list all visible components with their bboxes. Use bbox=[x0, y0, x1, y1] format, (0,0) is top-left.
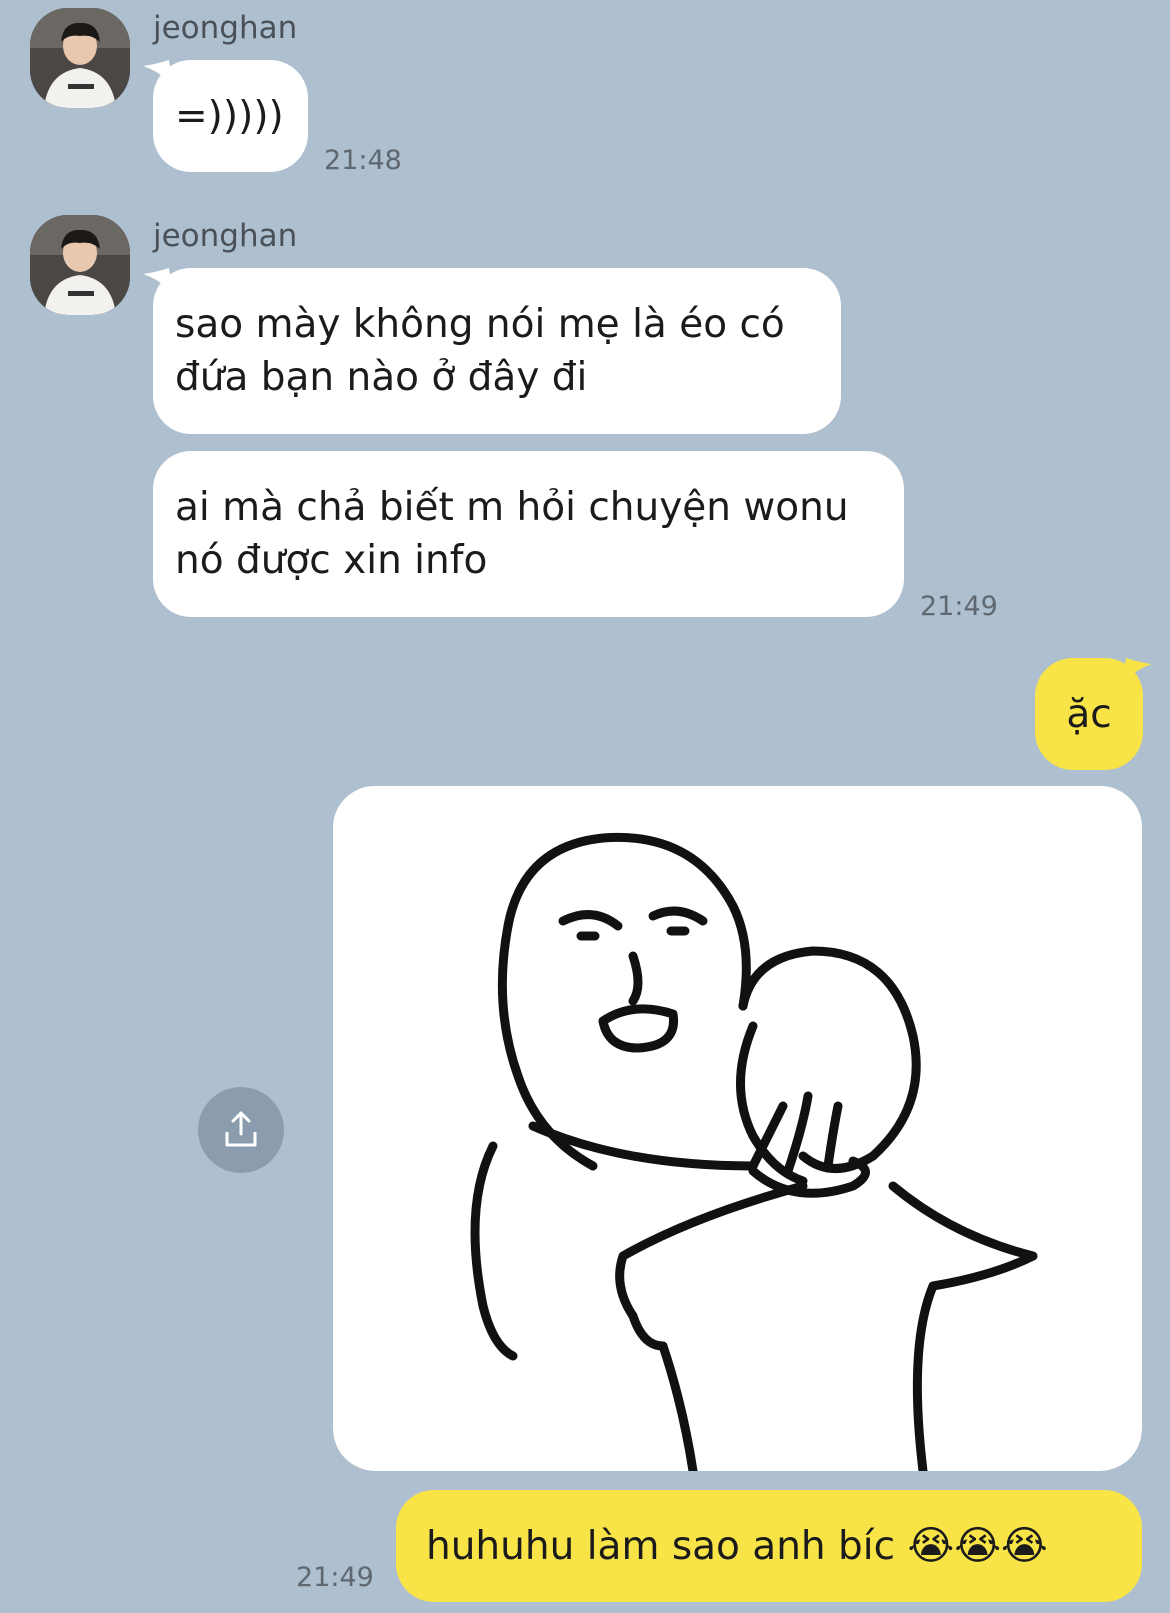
message-text-line: sao mày không nói mẹ là éo có bbox=[175, 302, 785, 347]
avatar-photo-icon bbox=[30, 8, 130, 108]
message-text-line: ai mà chả biết m hỏi chuyện wonu bbox=[175, 485, 849, 530]
sender-name: jeonghan bbox=[153, 10, 298, 46]
message-text-line: nó được xin info bbox=[175, 538, 488, 583]
message-bubble[interactable]: sao mày không nói mẹ là éo có đứa bạn nà… bbox=[153, 268, 841, 434]
share-button[interactable] bbox=[198, 1087, 284, 1173]
message-text: huhuhu làm sao anh bíc bbox=[426, 1523, 908, 1569]
image-message[interactable] bbox=[333, 786, 1142, 1471]
message-text-line: đứa bạn nào ở đây đi bbox=[175, 355, 588, 400]
message-bubble[interactable]: =))))) bbox=[153, 60, 308, 172]
sticker-rage-face-choking-icon bbox=[333, 786, 1142, 1471]
chat-area: jeonghan =))))) 21:48 jeonghan sao mày k… bbox=[0, 0, 1170, 1613]
avatar-photo-icon bbox=[30, 215, 130, 315]
outgoing-message-bubble[interactable]: huhuhu làm sao anh bíc 😭😭😭 bbox=[396, 1490, 1142, 1602]
message-bubble[interactable]: ai mà chả biết m hỏi chuyện wonu nó được… bbox=[153, 451, 904, 617]
message-timestamp: 21:49 bbox=[920, 591, 998, 622]
sender-name: jeonghan bbox=[153, 218, 298, 254]
crying-emoji-icon: 😭😭😭 bbox=[907, 1522, 1048, 1569]
message-timestamp: 21:49 bbox=[296, 1562, 374, 1593]
message-timestamp: 21:48 bbox=[324, 145, 402, 176]
share-icon bbox=[225, 1111, 257, 1147]
bubble-tail bbox=[1122, 658, 1152, 684]
sender-avatar[interactable] bbox=[30, 8, 130, 108]
message-text: ặc bbox=[1066, 691, 1112, 737]
message-text: =))))) bbox=[175, 93, 284, 139]
sender-avatar[interactable] bbox=[30, 215, 130, 315]
